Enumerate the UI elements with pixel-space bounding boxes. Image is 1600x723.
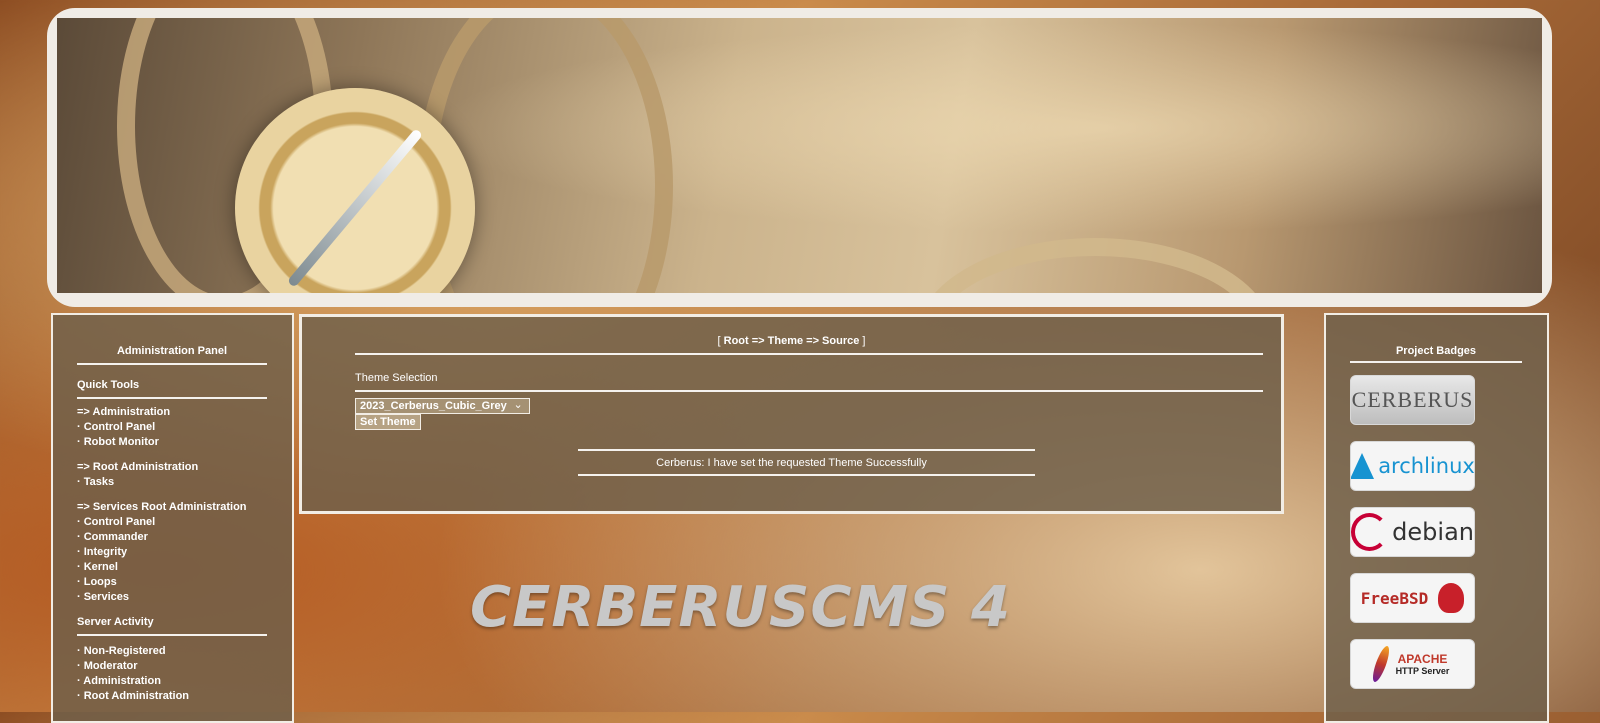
theme-select-value: 2023_Cerberus_Cubic_Grey [360,400,507,412]
nav-services-control-panel[interactable]: · Control Panel [77,515,267,530]
theme-content-panel: [ Root => Theme => Source ] Theme Select… [299,314,1284,514]
panel-title: Administration Panel [116,345,228,357]
nav-services-root-administration[interactable]: => Services Root Administration [77,500,267,515]
freebsd-daemon-icon [1438,583,1465,613]
badge-freebsd[interactable]: FreeBSD [1350,573,1475,623]
nav-services[interactable]: · Services [77,590,267,605]
set-theme-button[interactable]: Set Theme [355,414,421,430]
breadcrumb: [ Root => Theme => Source ] [717,335,866,347]
nav-tasks[interactable]: · Tasks [77,475,267,490]
nav-administration[interactable]: => Administration [77,405,267,420]
nav-kernel[interactable]: · Kernel [77,560,267,575]
banner-image [57,18,1542,293]
header-banner [47,8,1552,307]
activity-non-registered[interactable]: · Non-Registered [77,644,267,659]
divider [355,390,1263,392]
apache-feather-icon [1369,644,1392,684]
theme-selection-label: Theme Selection [355,372,438,384]
debian-swirl-icon [1351,513,1389,551]
breadcrumb-path[interactable]: Root => Theme => Source [724,335,860,347]
quick-tools-heading: Quick Tools [77,379,140,391]
divider [355,353,1263,355]
nav-integrity[interactable]: · Integrity [77,545,267,560]
administration-panel: Administration Panel Quick Tools => Admi… [51,313,294,723]
chevron-down-icon: ⌄ [513,399,523,411]
badge-archlinux[interactable]: archlinux [1350,441,1475,491]
activity-administration[interactable]: · Administration [77,674,267,689]
badge-debian[interactable]: debian [1350,507,1475,557]
nav-admin-control-panel[interactable]: · Control Panel [77,420,267,435]
divider [77,363,267,365]
nav-robot-monitor[interactable]: · Robot Monitor [77,435,267,450]
badge-apache[interactable]: APACHE HTTP Server [1350,639,1475,689]
theme-select[interactable]: 2023_Cerberus_Cubic_Grey ⌄ [355,398,530,414]
project-badges-panel: Project Badges CERBERUS archlinux debian… [1324,313,1549,723]
divider [77,634,267,636]
server-activity-heading: Server Activity [77,616,154,628]
nav-commander[interactable]: · Commander [77,530,267,545]
divider [578,449,1035,451]
divider [578,474,1035,476]
nav-root-administration[interactable]: => Root Administration [77,460,267,475]
divider [1350,361,1522,363]
activity-moderator[interactable]: · Moderator [77,659,267,674]
badge-cerberus[interactable]: CERBERUS [1350,375,1475,425]
panel-title: Project Badges [1395,345,1477,357]
nav-loops[interactable]: · Loops [77,575,267,590]
status-message: Cerberus: I have set the requested Theme… [656,457,927,469]
compass-needle [286,128,424,288]
activity-root-administration[interactable]: · Root Administration [77,689,267,704]
divider [77,397,267,399]
cms-logo-title: CERBERUSCMS 4 [470,575,1011,640]
arch-logo-icon [1351,453,1375,479]
rope-decoration [917,238,1273,293]
